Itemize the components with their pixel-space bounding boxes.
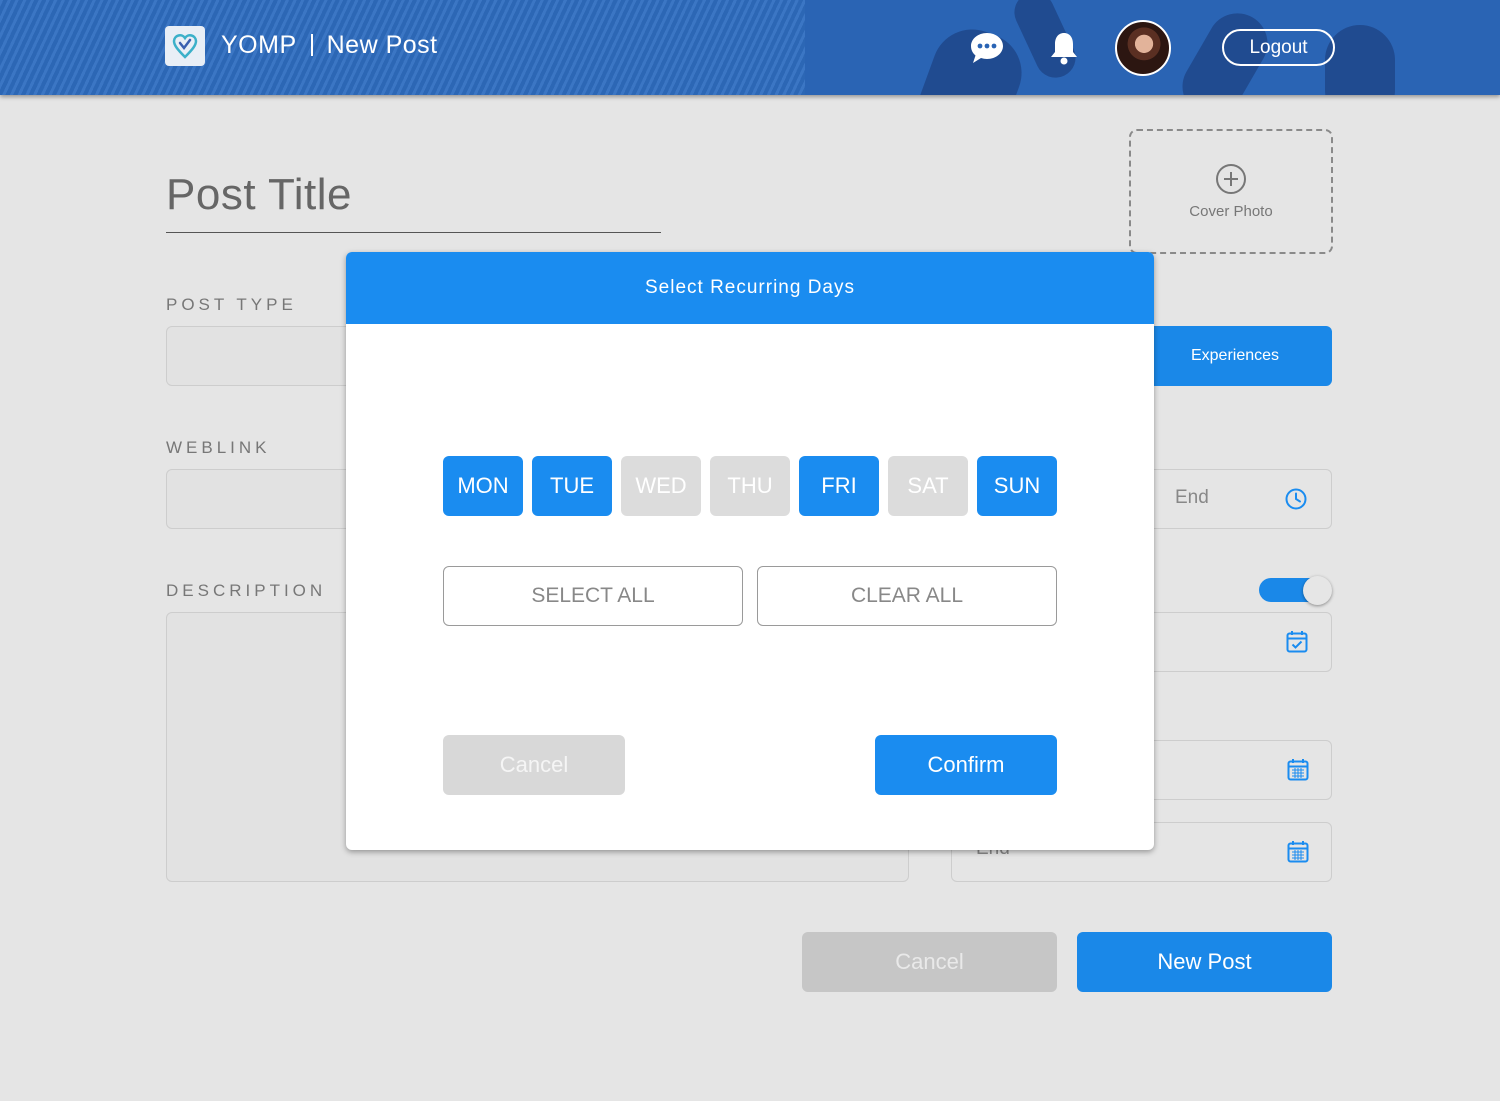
page-name: New Post xyxy=(326,31,438,59)
header-title: YOMP New Post xyxy=(221,31,438,60)
day-button-mon[interactable]: MON xyxy=(443,456,523,516)
select-all-button[interactable]: SELECT ALL xyxy=(443,566,743,626)
recurring-toggle[interactable] xyxy=(1259,576,1332,605)
yomp-logo-icon[interactable] xyxy=(165,26,205,66)
day-button-sat[interactable]: SAT xyxy=(888,456,968,516)
description-label: DESCRIPTION xyxy=(166,581,327,600)
day-button-sun[interactable]: SUN xyxy=(977,456,1057,516)
app-header: YOMP New Post Logout xyxy=(0,0,1500,95)
day-button-wed[interactable]: WED xyxy=(621,456,701,516)
end-time-placeholder: End xyxy=(1175,487,1209,508)
post-type-experiences-button[interactable]: Experiences xyxy=(1138,326,1332,386)
bell-icon[interactable] xyxy=(1048,30,1080,71)
day-button-thu[interactable]: THU xyxy=(710,456,790,516)
clock-icon[interactable] xyxy=(1284,487,1308,516)
cover-photo-upload[interactable]: Cover Photo xyxy=(1129,129,1333,254)
post-type-option[interactable] xyxy=(166,326,366,386)
toggle-knob xyxy=(1303,576,1332,605)
add-circle-icon xyxy=(1216,164,1246,194)
weblink-input[interactable] xyxy=(166,469,366,529)
calendar-check-icon[interactable] xyxy=(1286,630,1308,659)
chat-bubble-icon[interactable] xyxy=(969,31,1005,70)
calendar-icon[interactable] xyxy=(1287,840,1309,869)
cover-photo-label: Cover Photo xyxy=(1189,203,1273,220)
recurring-days-modal: Select Recurring Days MON TUE WED THU FR… xyxy=(346,252,1154,850)
day-button-fri[interactable]: FRI xyxy=(799,456,879,516)
logout-button[interactable]: Logout xyxy=(1222,29,1335,66)
calendar-icon[interactable] xyxy=(1287,758,1309,787)
weblink-label: WEBLINK xyxy=(166,438,271,457)
day-button-tue[interactable]: TUE xyxy=(532,456,612,516)
form-cancel-button[interactable]: Cancel xyxy=(802,932,1057,992)
new-post-button[interactable]: New Post xyxy=(1077,932,1332,992)
title-divider xyxy=(310,34,313,56)
post-type-label: POST TYPE xyxy=(166,295,297,314)
post-title-input[interactable]: Post Title xyxy=(166,170,661,233)
modal-title: Select Recurring Days xyxy=(346,252,1154,324)
user-avatar[interactable] xyxy=(1115,20,1171,76)
modal-cancel-button[interactable]: Cancel xyxy=(443,735,625,795)
modal-confirm-button[interactable]: Confirm xyxy=(875,735,1057,795)
clear-all-button[interactable]: CLEAR ALL xyxy=(757,566,1057,626)
app-name: YOMP xyxy=(221,31,297,59)
